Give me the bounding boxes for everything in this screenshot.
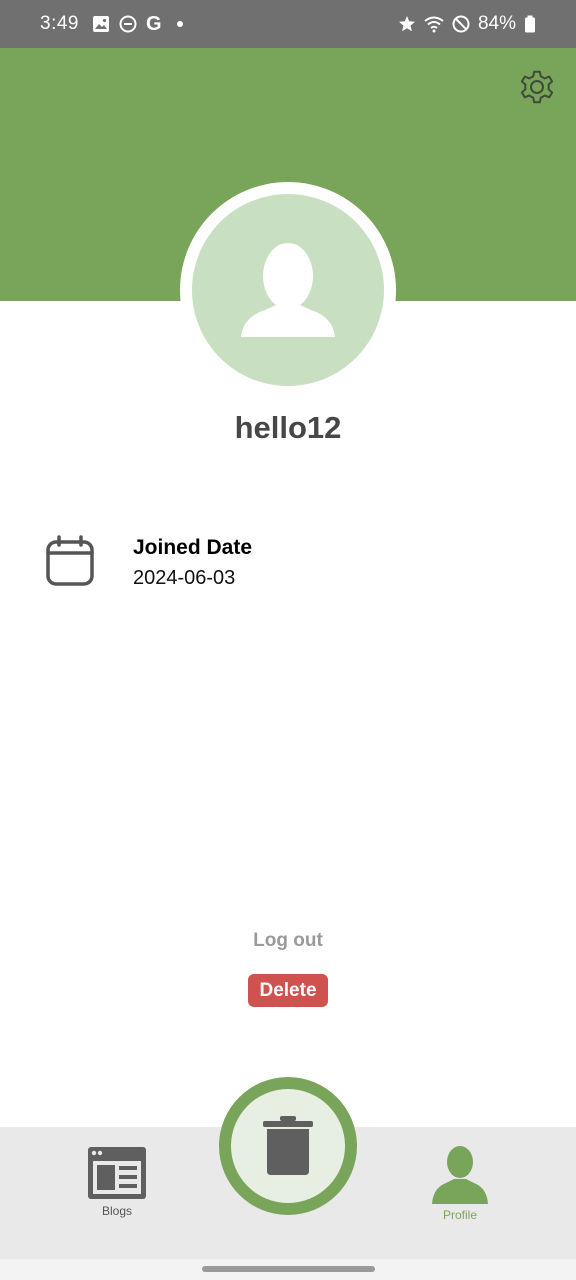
home-gesture-bar[interactable] [202, 1266, 375, 1272]
gear-icon [520, 70, 554, 104]
username: hello12 [234, 410, 342, 445]
wifi-icon [424, 16, 444, 33]
google-icon: G [145, 12, 162, 35]
status-left: 3:49 G [40, 13, 183, 36]
nav-item-blogs[interactable]: Blogs [57, 1146, 177, 1226]
status-bar: 3:49 G 84% [0, 0, 576, 48]
battery-icon [525, 15, 535, 33]
logout-button[interactable]: Log out [0, 930, 576, 952]
joined-date-label: Joined Date [133, 536, 253, 559]
status-time: 3:49 [40, 13, 79, 34]
center-trash-button[interactable] [219, 1077, 357, 1215]
person-icon [432, 1146, 488, 1204]
calendar-icon [46, 535, 94, 586]
nav-label-blogs: Blogs [101, 1204, 133, 1218]
status-right: 84% [398, 13, 536, 35]
nav-label-profile: Profile [442, 1208, 477, 1222]
avatar[interactable] [192, 194, 384, 386]
center-button-inner [231, 1089, 345, 1203]
trash-icon [263, 1116, 313, 1175]
settings-button[interactable] [516, 66, 558, 108]
star-icon [398, 16, 415, 32]
browser-window-icon [88, 1147, 146, 1199]
blocked-icon [452, 15, 470, 33]
battery-percent: 84% [477, 13, 516, 34]
delete-button[interactable]: Delete [248, 974, 328, 1007]
person-silhouette-icon [241, 243, 335, 337]
joined-date-value: 2024-06-03 [133, 567, 236, 589]
image-icon [92, 16, 109, 32]
dnd-icon [119, 15, 137, 33]
nav-item-profile[interactable]: Profile [400, 1146, 520, 1226]
dot-icon [176, 21, 183, 27]
